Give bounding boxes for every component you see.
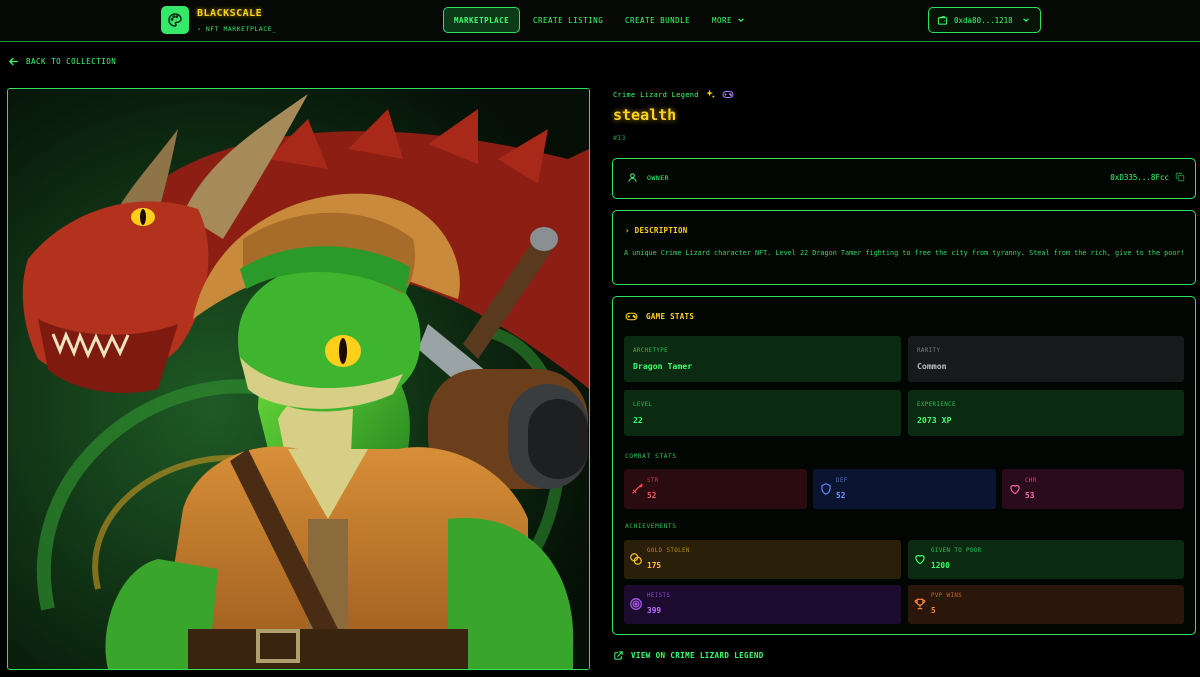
description-text: A unique Crime Lizard character NFT. Lev… (624, 249, 1185, 257)
top-navigation-bar: BLACKSCALE › NFT MARKETPLACE_ MARKETPLAC… (0, 0, 1200, 42)
gold-stolen-label: GOLD STOLEN (647, 548, 690, 554)
combat-stats-heading: COMBAT STATS (625, 453, 677, 460)
nav-more-label: MORE (712, 15, 733, 25)
game-stats-title: GAME STATS (646, 312, 695, 321)
description-card: › DESCRIPTION A unique Crime Lizard char… (612, 210, 1196, 285)
str-stat-tile: STR 52 (624, 469, 807, 509)
heists-label: HEISTS (647, 593, 671, 599)
external-link-icon (614, 651, 623, 660)
given-to-poor-tile: GIVEN TO POOR 1200 (908, 540, 1184, 579)
gold-stolen-tile: GOLD STOLEN 175 (624, 540, 901, 579)
experience-tile: EXPERIENCE 2073 XP (908, 390, 1184, 436)
gamepad-icon (722, 91, 734, 98)
palette-logo-icon[interactable] (161, 6, 189, 34)
def-stat-tile: DEF 52 (813, 469, 996, 509)
back-link-label: BACK TO COLLECTION (26, 57, 117, 66)
chr-value: 53 (1025, 491, 1035, 500)
nft-title: stealth (613, 106, 677, 124)
given-to-poor-value: 1200 (931, 561, 950, 570)
wallet-icon (937, 15, 948, 25)
rarity-value: Common (917, 361, 947, 371)
copy-icon[interactable] (1175, 172, 1185, 182)
pvp-wins-tile: PVP WINS 5 (908, 585, 1184, 624)
trophy-icon (914, 598, 926, 610)
archetype-value: Dragon Tamer (633, 361, 693, 371)
nav-create-listing[interactable]: CREATE LISTING (533, 7, 603, 33)
wallet-address: 0xda80...1218 (954, 15, 1013, 25)
collection-name: Crime Lizard Legend (613, 90, 699, 99)
gold-stolen-value: 175 (647, 561, 662, 570)
pvp-wins-value: 5 (931, 606, 936, 615)
gamepad-icon (625, 312, 638, 321)
game-stats-heading: GAME STATS (625, 311, 694, 322)
pvp-wins-label: PVP WINS (931, 593, 963, 599)
nav-marketplace[interactable]: MARKETPLACE (443, 7, 521, 33)
def-label: DEF (836, 478, 848, 484)
arrow-left-icon (8, 57, 18, 66)
chevron-down-icon (738, 18, 744, 22)
str-value: 52 (647, 491, 657, 500)
wallet-button[interactable]: 0xda80...1218 (928, 7, 1041, 33)
owner-address-copy[interactable]: 0xD335...8Fcc (1110, 172, 1185, 182)
chr-label: CHR (1025, 478, 1037, 484)
experience-label: EXPERIENCE (917, 402, 956, 408)
target-icon (630, 598, 642, 610)
game-stats-card: GAME STATS ARCHETYPE Dragon Tamer RARITY… (612, 296, 1196, 635)
def-value: 52 (836, 491, 846, 500)
rarity-tile: RARITY Common (908, 336, 1184, 382)
str-label: STR (647, 478, 659, 484)
heart-icon (915, 554, 925, 565)
user-icon (628, 173, 637, 182)
rarity-label: RARITY (917, 348, 941, 354)
owner-card: OWNER 0xD335...8Fcc (612, 158, 1196, 199)
collection-link[interactable]: Crime Lizard Legend (613, 89, 734, 100)
description-heading: › DESCRIPTION (625, 226, 688, 235)
token-id: #13 (613, 134, 626, 142)
owner-label: OWNER (647, 173, 670, 182)
shield-icon (821, 483, 831, 495)
view-on-crime-lizard-legend-link[interactable]: VIEW ON CRIME LIZARD LEGEND (613, 650, 764, 661)
owner-address: 0xD335...8Fcc (1110, 172, 1169, 182)
view-link-label: VIEW ON CRIME LIZARD LEGEND (631, 651, 764, 660)
chevron-down-icon (1022, 18, 1029, 22)
level-value: 22 (633, 415, 643, 425)
nav-create-bundle[interactable]: CREATE BUNDLE (625, 7, 690, 33)
heists-tile: HEISTS 399 (624, 585, 901, 624)
achievements-heading: ACHIEVEMENTS (625, 523, 677, 530)
heart-icon (1010, 484, 1020, 495)
experience-value: 2073 XP (917, 415, 952, 425)
brand-subtitle: › NFT MARKETPLACE_ (197, 25, 277, 33)
sparkles-icon (706, 89, 715, 99)
chr-stat-tile: CHR 53 (1002, 469, 1184, 509)
nft-artwork-frame (7, 88, 590, 670)
level-label: LEVEL (633, 402, 653, 408)
nav-more-dropdown[interactable]: MORE (712, 7, 745, 33)
back-to-collection-link[interactable]: BACK TO COLLECTION (8, 56, 116, 67)
lizard-dragon-tamer-artwork (8, 89, 589, 669)
given-to-poor-label: GIVEN TO POOR (931, 548, 982, 554)
sword-icon (632, 483, 643, 494)
heists-value: 399 (647, 606, 662, 615)
archetype-label: ARCHETYPE (633, 348, 669, 354)
coins-icon (630, 553, 642, 565)
owner-label-group: OWNER (627, 172, 669, 183)
brand-name[interactable]: BLACKSCALE (197, 8, 262, 19)
level-tile: LEVEL 22 (624, 390, 901, 436)
archetype-tile: ARCHETYPE Dragon Tamer (624, 336, 901, 382)
